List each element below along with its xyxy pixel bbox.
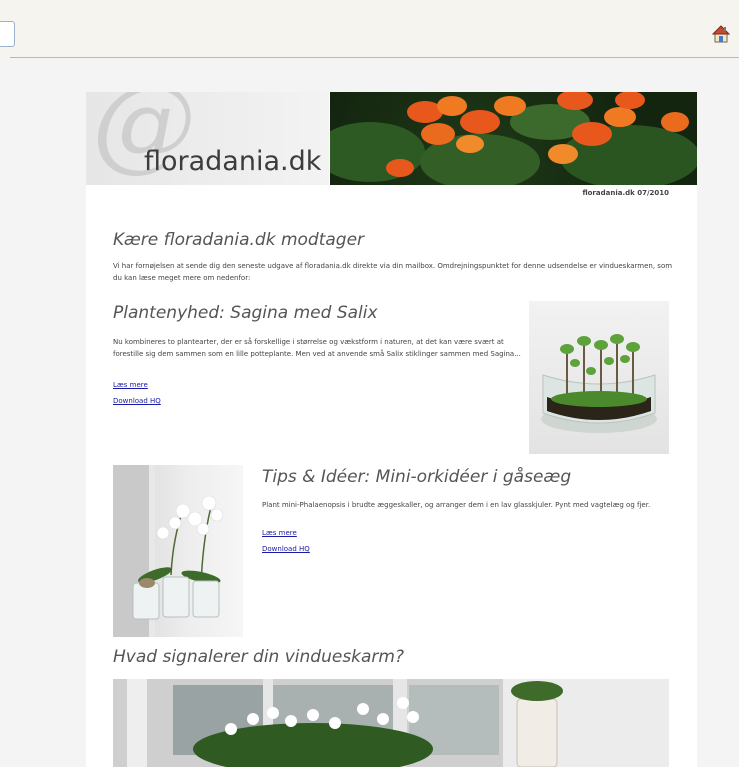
article-1-body: Nu kombineres to plantearter, der er så … — [113, 338, 521, 358]
issue-label: floradania.dk 07/2010 — [582, 189, 669, 197]
section-3-title: Hvad signalerer din vindueskarm? — [113, 647, 405, 667]
browser-toolbar — [0, 0, 739, 58]
intro-text: Vi har fornøjelsen at sende dig den sene… — [113, 262, 673, 282]
windowsill-photo — [113, 679, 669, 767]
orchid-photo — [113, 465, 243, 637]
floradania-logo[interactable]: @ floradania.dk — [86, 92, 329, 185]
article-1-download-link[interactable]: Download HQ — [113, 397, 161, 405]
article-2-read-more-link[interactable]: Læs mere — [262, 529, 297, 537]
header-flower-photo — [330, 92, 697, 185]
logo-text: floradania.dk — [144, 146, 322, 177]
home-icon[interactable] — [711, 24, 731, 44]
newsletter-card: @ floradania.dk floradania.dk 07/2010 Kæ… — [86, 92, 697, 767]
toolbar-divider — [10, 57, 739, 58]
sagina-salix-photo — [529, 301, 669, 454]
article-2-download-link[interactable]: Download HQ — [262, 545, 310, 553]
article-2-body: Plant mini-Phalaenopsis i brudte æggeska… — [262, 501, 651, 509]
article-2-title: Tips & Idéer: Mini-orkidéer i gåseæg — [262, 467, 572, 487]
browser-tab-edge[interactable] — [0, 21, 15, 47]
greeting-title: Kære floradania.dk modtager — [113, 230, 365, 250]
article-1-title: Plantenyhed: Sagina med Salix — [113, 303, 378, 323]
article-1-read-more-link[interactable]: Læs mere — [113, 381, 148, 389]
